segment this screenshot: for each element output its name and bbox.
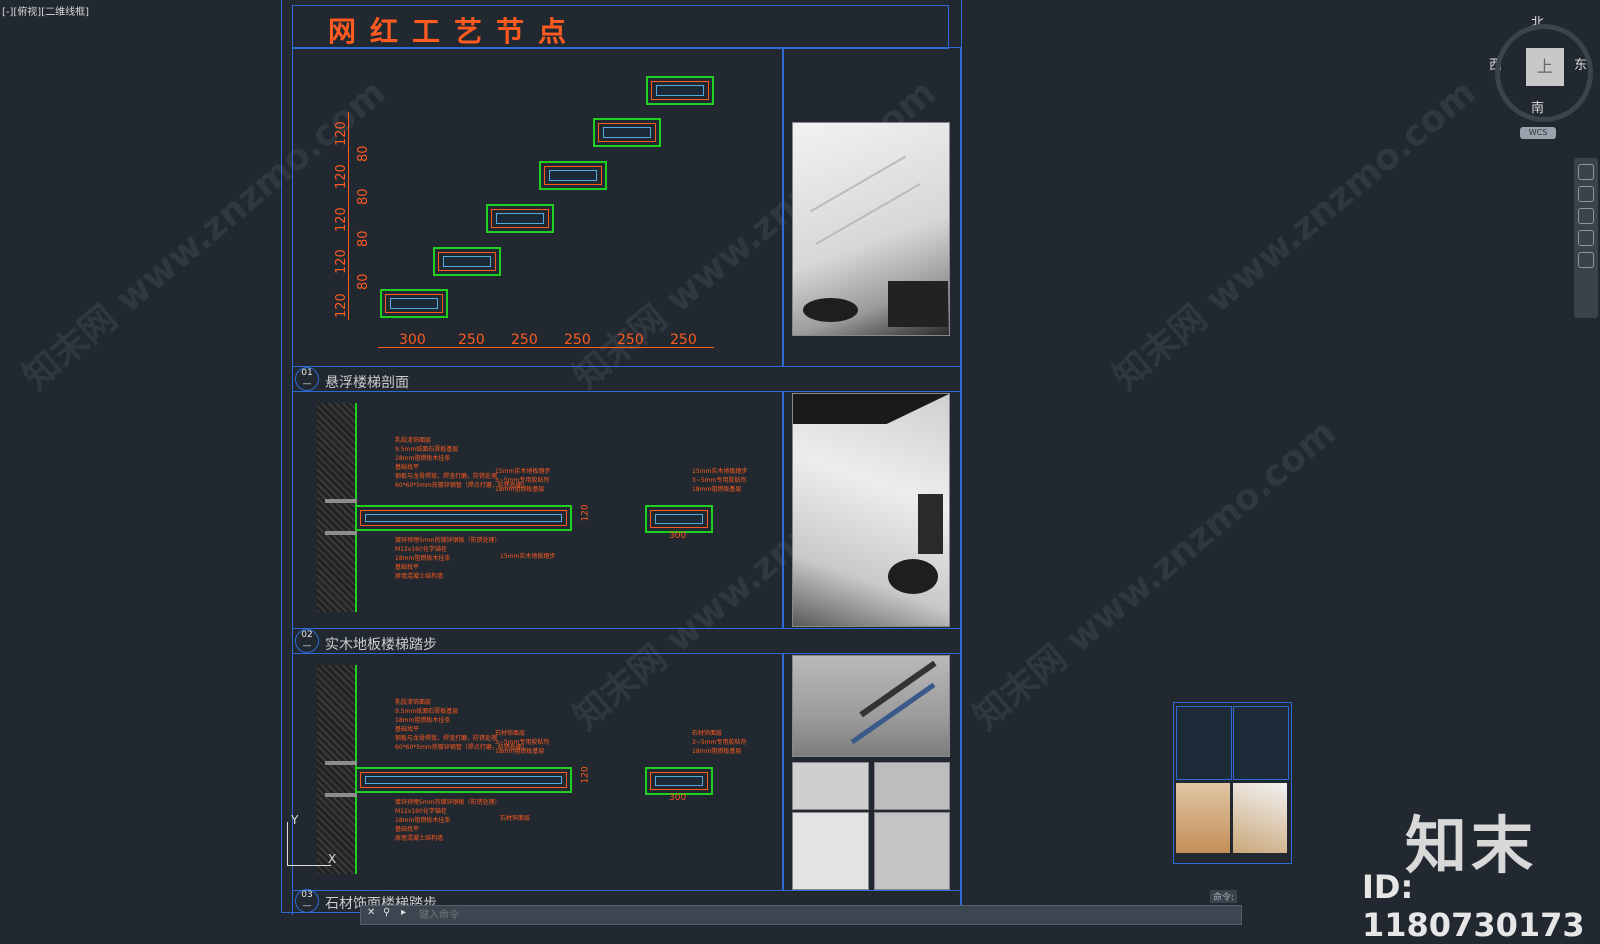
dim-label: 250 (564, 332, 591, 348)
ucs-y-label: Y (291, 813, 299, 827)
thumbnail-cell (1233, 706, 1289, 780)
stair-step (539, 161, 607, 190)
command-line[interactable]: ✕ ⚲ ▸ (360, 905, 1242, 925)
tread-section (355, 767, 572, 793)
dim-label: 120 (334, 207, 349, 232)
floating-stair-photo (792, 122, 950, 336)
section-number: 01— (295, 367, 319, 391)
viewcube[interactable]: 上 (1495, 24, 1593, 122)
tread-section (355, 505, 572, 531)
brand-id: ID: 1180730173 (1362, 868, 1585, 944)
spec-table-image (792, 812, 869, 890)
close-icon[interactable]: ✕ (367, 907, 375, 918)
navigation-bar[interactable] (1574, 158, 1598, 318)
stair-step (593, 118, 661, 147)
dim-label: 120 (334, 121, 349, 146)
pan-icon[interactable] (1578, 186, 1594, 202)
dim-label: 80 (356, 188, 371, 205)
viewport-label[interactable]: [-][俯视][二维线框] (2, 3, 89, 18)
step-detail-image (874, 812, 950, 890)
command-input[interactable] (417, 907, 1221, 923)
wcs-dropdown[interactable]: WCS (1520, 127, 1556, 139)
stair-step (646, 76, 714, 105)
annotation-notes: 石材饰面层 3~5mm专用胶粘剂 18mm阻燃板基层 (692, 730, 747, 755)
dimension-line (378, 347, 714, 348)
viewcube-top-face[interactable]: 上 (1526, 48, 1564, 86)
step-detail-image (792, 762, 869, 810)
step-detail-image (874, 762, 950, 810)
dim-label: 250 (670, 332, 697, 348)
showmotion-icon[interactable] (1578, 252, 1594, 268)
dim-label: 120 (334, 164, 349, 189)
dim-label: 300 (669, 793, 687, 803)
dim-label: 80 (356, 145, 371, 162)
command-tag: 命令: (1210, 890, 1238, 903)
orbit-icon[interactable] (1578, 230, 1594, 246)
dim-label: 300 (669, 531, 687, 541)
annotation-notes: 石材饰面层 3~5mm专用胶粘剂 18mm阻燃板基层 (495, 730, 550, 755)
annotation-notes: 15mm实木地板踏步 3~5mm专用胶粘剂 18mm阻燃板基层 (495, 468, 551, 493)
stair-step (380, 289, 448, 318)
tread-end-section (645, 505, 713, 533)
annotation-note: 15mm实木地板踏步 (500, 553, 556, 560)
steering-wheel-icon[interactable] (1578, 164, 1594, 180)
concrete-wall (317, 403, 357, 612)
stair-step (433, 247, 501, 276)
section-title: 实木地板楼梯踏步 (325, 637, 437, 653)
section-number: 02— (295, 629, 319, 653)
zoom-icon[interactable] (1578, 208, 1594, 224)
staircase-photo (792, 393, 950, 627)
dim-label: 120 (580, 504, 591, 522)
construction-photo (792, 655, 950, 757)
sheet-title: 网红工艺节点 (328, 15, 581, 48)
dim-label: 300 (399, 332, 426, 348)
annotation-note: 石材饰面层 (500, 815, 531, 822)
stair-step (486, 204, 554, 233)
concrete-wall (317, 665, 357, 874)
annotation-notes: 镀锌预埋5mm热镀锌钢板（防锈处理） M12x160化学锚栓 18mm阻燃板木挂… (395, 799, 501, 842)
thumbnail-photo (1233, 783, 1287, 853)
wrench-icon[interactable]: ⚲ (383, 907, 390, 918)
anchor-bolt (325, 531, 357, 535)
dim-label: 250 (458, 332, 485, 348)
dim-label: 120 (334, 249, 349, 274)
dim-label: 80 (356, 273, 371, 290)
dim-label: 250 (511, 332, 538, 348)
ucs-y-axis (287, 822, 288, 866)
dim-label: 120 (580, 766, 591, 784)
anchor-bolt (325, 761, 357, 765)
annotation-notes: 15mm实木地板踏步 3~5mm专用胶粘剂 18mm阻燃板基层 (692, 468, 748, 493)
watermark-text: 知末网 www.znzmo.com (1105, 72, 1484, 399)
section-title: 悬浮楼梯剖面 (325, 375, 409, 391)
dim-label: 80 (356, 230, 371, 247)
annotation-notes: 镀锌预埋5mm热镀锌钢板（防锈处理） M12x160化学锚栓 18mm阻燃板木挂… (395, 537, 501, 580)
watermark-text: 知末网 www.znzmo.com (965, 412, 1344, 739)
sheet-thumbnail[interactable] (1173, 702, 1292, 864)
tread-end-section (645, 767, 713, 795)
command-prompt-icon: ▸ (401, 907, 407, 918)
ucs-x-label: X (328, 852, 337, 866)
dim-label: 120 (334, 293, 349, 318)
ucs-x-axis (287, 865, 331, 866)
anchor-bolt (325, 499, 357, 503)
thumbnail-photo (1176, 783, 1230, 853)
thumbnail-cell (1176, 706, 1232, 780)
dim-label: 250 (617, 332, 644, 348)
section-number: 03— (295, 889, 319, 913)
anchor-bolt (325, 793, 357, 797)
